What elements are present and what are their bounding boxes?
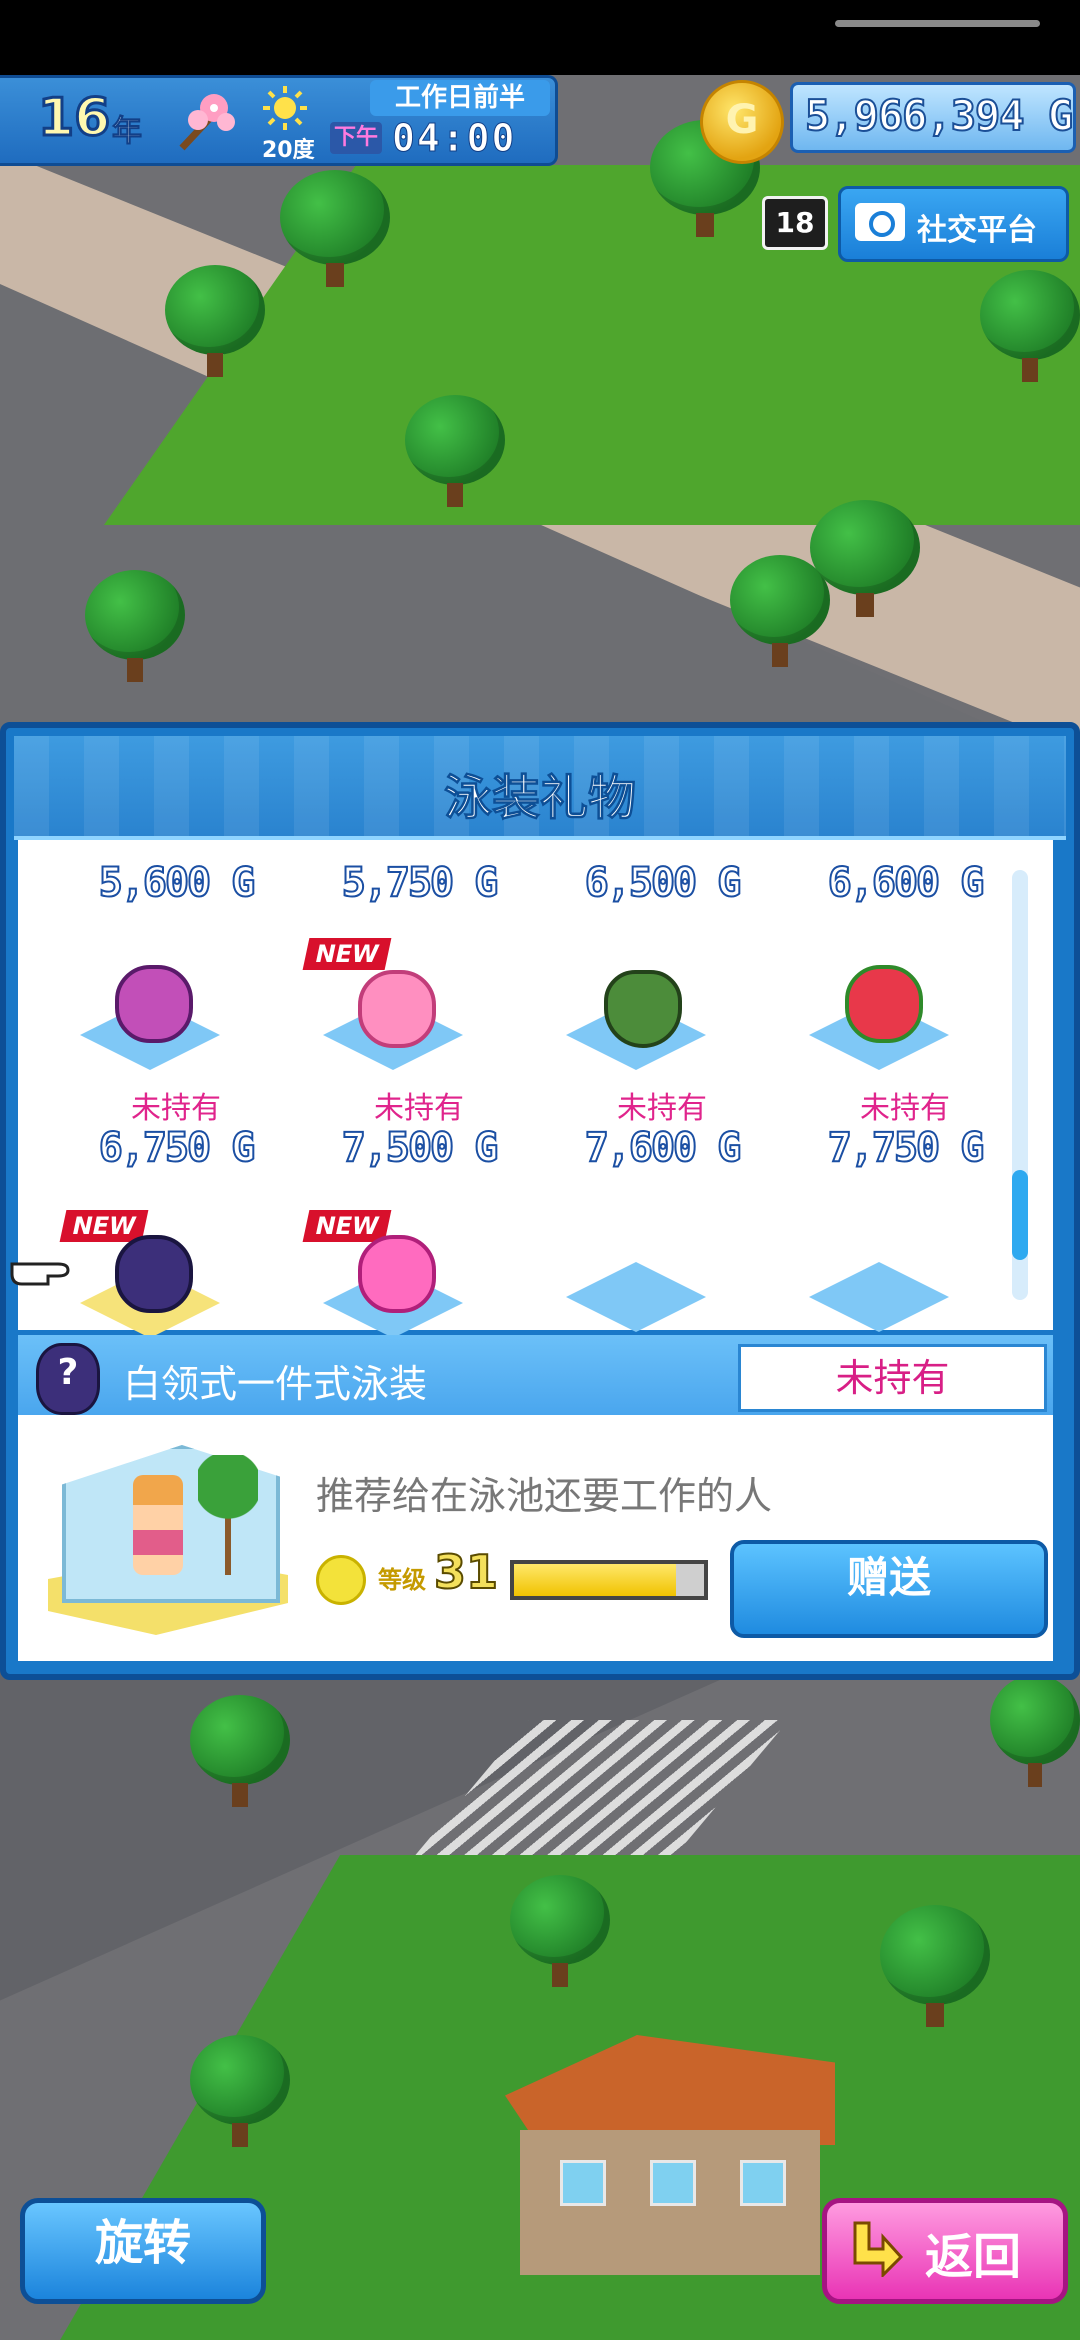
tree — [990, 1675, 1080, 1787]
dialog-title: 泳装礼物 — [443, 770, 636, 827]
selected-item-bar: 白领式一件式泳装 未持有 — [18, 1335, 1053, 1415]
tree — [280, 170, 390, 287]
tree — [405, 395, 505, 507]
tree — [510, 1875, 610, 1987]
social-platform-label: 社交平台 — [917, 213, 1037, 248]
gift-item-slot[interactable] — [809, 1262, 949, 1332]
selected-ownership-status: 未持有 — [835, 1356, 950, 1400]
pink-swimsuit-icon — [115, 965, 193, 1043]
mystery-swimsuit-icon — [36, 1343, 100, 1415]
home-indicator — [835, 20, 1040, 27]
ownership-status: 未持有 — [374, 1091, 464, 1126]
item-price: 7,750 G — [827, 1124, 986, 1172]
smile-face-icon — [316, 1555, 366, 1605]
cherry-blossom-icon — [179, 94, 235, 151]
item-price: 6,600 G — [827, 859, 986, 907]
window — [740, 2160, 786, 2206]
tree — [85, 570, 185, 682]
new-badge: NEW — [302, 938, 392, 970]
scrollbar-thumb[interactable] — [1012, 1170, 1028, 1260]
back-arrow-icon — [853, 2221, 904, 2277]
tree — [980, 270, 1080, 382]
selected-ownership-box: 未持有 — [738, 1344, 1047, 1412]
pointing-hand-icon — [10, 1262, 70, 1286]
item-price: 7,500 G — [341, 1124, 500, 1172]
goggles-swimsuit-icon — [604, 970, 682, 1048]
item-price: 6,500 G — [584, 859, 743, 907]
level-progress-bar — [510, 1560, 708, 1600]
rotate-button[interactable]: 旋转 — [20, 2198, 266, 2304]
sunny-weather-icon — [263, 86, 307, 130]
back-label: 返回 — [925, 2229, 1022, 2285]
item-price: 7,600 G — [584, 1124, 743, 1172]
mystery-swimsuit-icon — [115, 1235, 193, 1313]
money-value: 5,966,394 G — [804, 90, 1074, 141]
palm-tree-icon — [198, 1455, 258, 1575]
window — [560, 2160, 606, 2206]
dialog-header: 泳装礼物 — [14, 736, 1066, 840]
pink-dress-swimsuit-icon — [358, 1235, 436, 1313]
flower-swimsuit-icon — [358, 970, 436, 1048]
tree — [190, 2035, 290, 2147]
gold-coin-icon — [700, 80, 784, 164]
money-display: 5,966,394 G — [790, 82, 1076, 153]
level-label: 等级 — [378, 1566, 426, 1594]
tropical-flower-icon — [845, 965, 923, 1043]
item-description: 推荐给在泳池还要工作的人 — [316, 1474, 773, 1518]
window — [650, 2160, 696, 2206]
camera-icon — [855, 203, 905, 241]
character-sprite — [133, 1475, 183, 1575]
back-button[interactable]: 返回 — [822, 2198, 1068, 2304]
social-platform-button[interactable]: 社交平台 — [838, 186, 1069, 262]
temperature: 20度 — [262, 138, 315, 163]
item-price: 6,750 G — [98, 1124, 257, 1172]
ownership-status: 未持有 — [617, 1091, 707, 1126]
item-price: 5,600 G — [98, 859, 257, 907]
gift-button[interactable]: 赠送 — [730, 1540, 1048, 1638]
week-period: 工作日前半 — [370, 80, 550, 116]
tree — [165, 265, 265, 377]
date-time-hud: 16 年 20度 工作日前半 下午 04:00 — [0, 75, 558, 166]
system-status-bar — [0, 0, 1080, 75]
ownership-status: 未持有 — [860, 1091, 950, 1126]
house-roof — [505, 2035, 835, 2145]
selected-item-name: 白领式一件式泳装 — [123, 1362, 428, 1406]
level-number: 31 — [433, 1544, 499, 1600]
item-price: 5,750 G — [341, 859, 500, 907]
am-pm-indicator: 下午 — [330, 122, 382, 154]
ownership-status: 未持有 — [131, 1091, 221, 1126]
gift-button-label: 赠送 — [846, 1553, 931, 1602]
year-label: 年 — [112, 114, 143, 150]
age-rating-badge: 18 — [762, 196, 828, 250]
year-number: 16 — [36, 87, 111, 150]
swimsuit-preview — [48, 1435, 288, 1635]
tree — [810, 500, 920, 617]
house-wall — [520, 2130, 820, 2275]
grid-scrollbar[interactable] — [1012, 870, 1028, 1300]
selected-item-detail: 推荐给在泳池还要工作的人 等级 31 赠送 — [18, 1415, 1053, 1661]
tree — [880, 1905, 990, 2027]
tree — [190, 1695, 290, 1807]
gift-item-slot[interactable] — [566, 1262, 706, 1332]
game-clock: 04:00 — [391, 116, 517, 161]
rotate-label: 旋转 — [94, 2215, 191, 2271]
level-progress-fill — [514, 1564, 676, 1596]
house[interactable] — [505, 2035, 835, 2275]
